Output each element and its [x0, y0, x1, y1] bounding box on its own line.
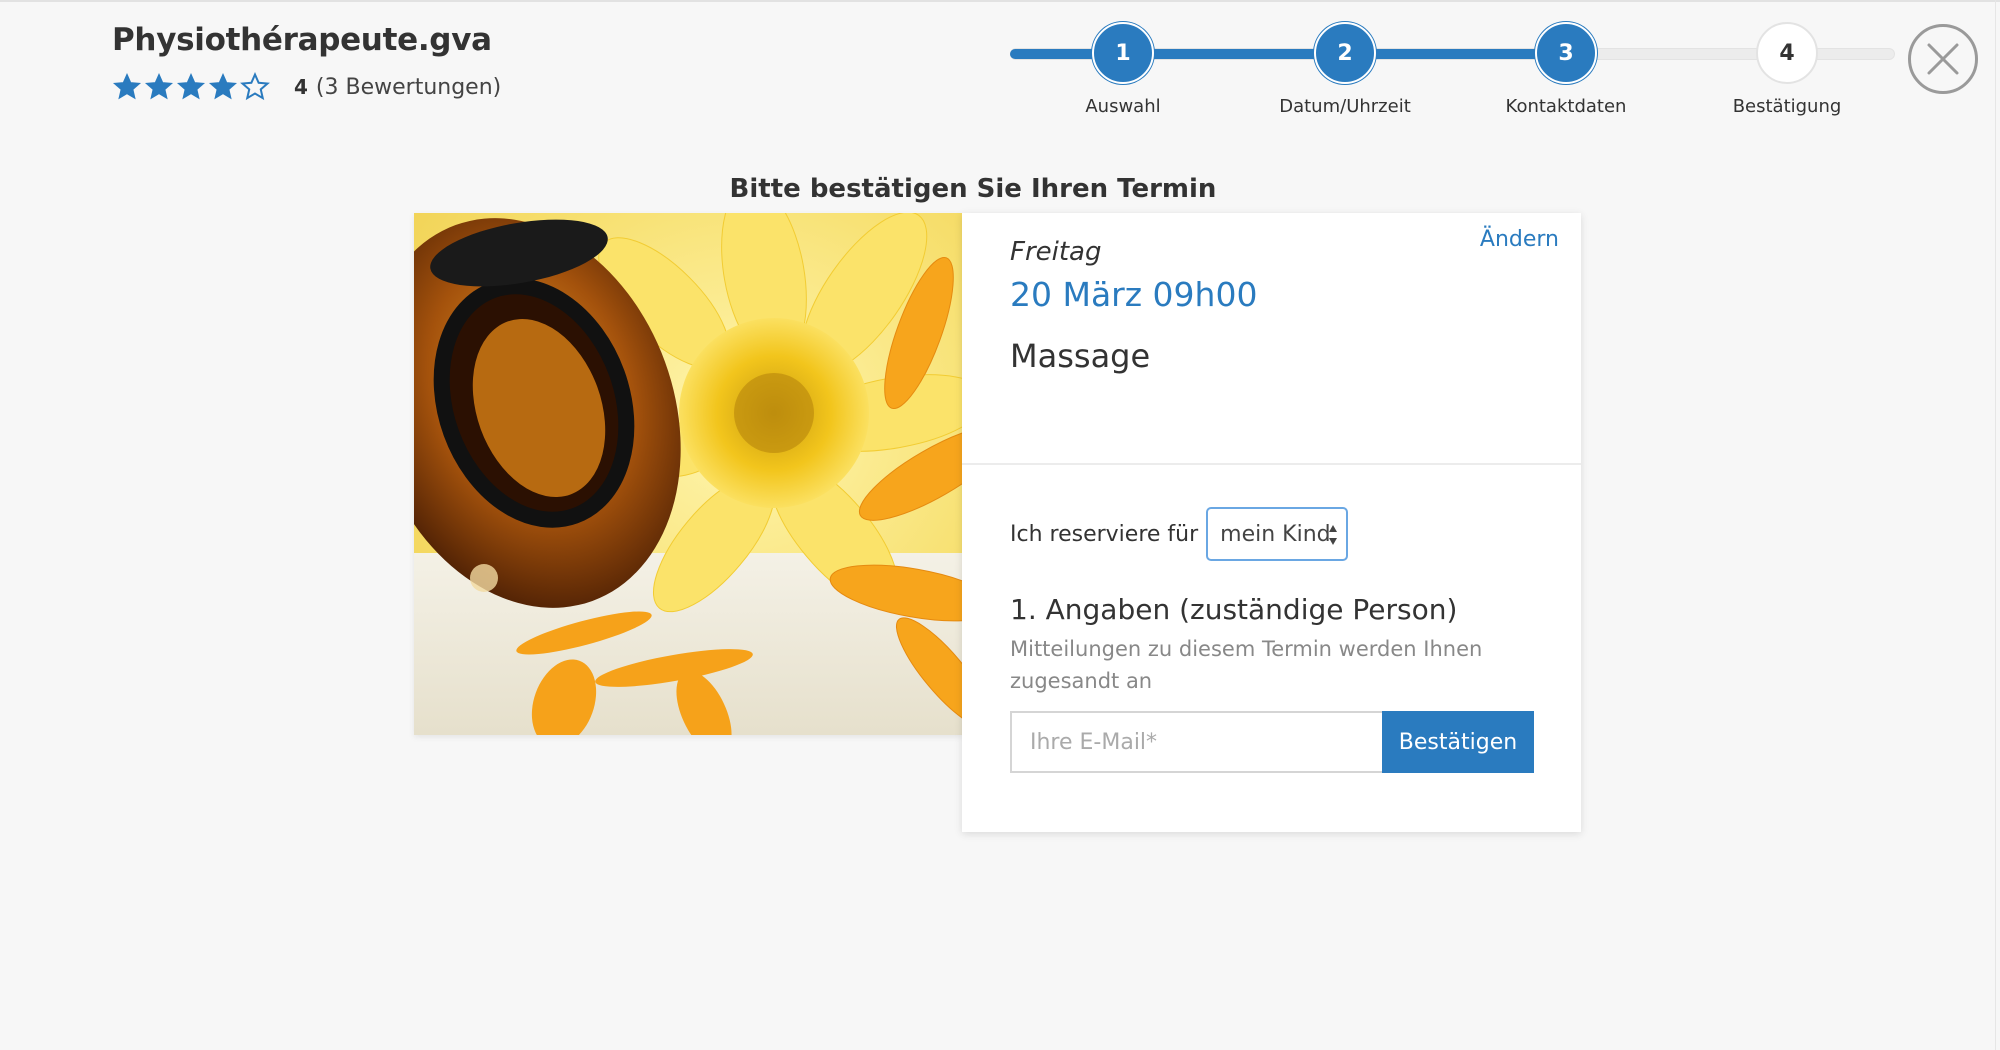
- practice-title: Physiothérapeute.gva: [112, 22, 492, 58]
- close-icon: [1927, 43, 1959, 75]
- bottle-and-flowers-illustration: [414, 213, 962, 735]
- reserve-for-select[interactable]: mein Kind: [1206, 507, 1349, 561]
- appointment-datetime: 20 März 09h00: [1010, 275, 1258, 314]
- step-number: 3: [1535, 22, 1597, 84]
- step-label: Datum/Uhrzeit: [1279, 96, 1411, 117]
- step-datum-uhrzeit[interactable]: 2 Datum/Uhrzeit: [1245, 22, 1445, 117]
- star-filled-icon: [144, 72, 174, 100]
- reserve-for-label: Ich reserviere für: [1010, 521, 1199, 547]
- rating: 4 (3 Bewertungen): [112, 72, 501, 102]
- star-empty-icon: [240, 72, 270, 101]
- star-filled-icon: [176, 72, 206, 100]
- email-form: Bestätigen: [1010, 711, 1534, 773]
- step-bestaetigung: 4 Bestätigung: [1687, 22, 1887, 117]
- right-border: [1995, 0, 1996, 1050]
- page-heading: Bitte bestätigen Sie Ihren Termin: [729, 174, 1217, 204]
- step-label: Kontaktdaten: [1505, 96, 1627, 117]
- appointment-day: Freitag: [1010, 237, 1102, 267]
- close-button[interactable]: [1908, 24, 1978, 94]
- appointment-service: Massage: [1010, 337, 1151, 375]
- star-filled-icon: [208, 72, 238, 100]
- step-label: Auswahl: [1085, 96, 1161, 117]
- rating-stars: [112, 72, 270, 102]
- step-number: 1: [1092, 22, 1154, 84]
- appointment-summary: Freitag 20 März 09h00 Massage Ändern: [962, 213, 1581, 465]
- step-label: Bestätigung: [1732, 96, 1842, 117]
- confirm-button[interactable]: Bestätigen: [1382, 711, 1534, 773]
- step-number: 4: [1756, 22, 1818, 84]
- step-number: 2: [1314, 22, 1376, 84]
- email-input[interactable]: [1010, 711, 1382, 773]
- reserve-for-row: Ich reserviere für mein Kind: [1010, 507, 1349, 561]
- change-link[interactable]: Ändern: [1480, 227, 1559, 252]
- star-filled-icon: [112, 72, 142, 100]
- step-auswahl[interactable]: 1 Auswahl: [1023, 22, 1223, 117]
- booking-stepper: 1 Auswahl 2 Datum/Uhrzeit 3 Kontaktdaten…: [1010, 22, 1900, 122]
- top-border: [0, 0, 2000, 2]
- rating-value: 4: [294, 75, 308, 99]
- reserve-for-value: mein Kind: [1220, 521, 1331, 547]
- contact-section-title: 1. Angaben (zuständige Person): [1010, 593, 1458, 626]
- appointment-card: Freitag 20 März 09h00 Massage Ändern Ich…: [962, 213, 1581, 832]
- rating-count: (3 Bewertungen): [315, 74, 502, 100]
- contact-section-description: Mitteilungen zu diesem Termin werden Ihn…: [1010, 637, 1483, 693]
- service-photo: [414, 213, 962, 735]
- sort-arrows-icon: [1329, 525, 1338, 545]
- brand: Physiothérapeute.gva: [112, 22, 492, 58]
- step-kontaktdaten[interactable]: 3 Kontaktdaten: [1466, 22, 1666, 117]
